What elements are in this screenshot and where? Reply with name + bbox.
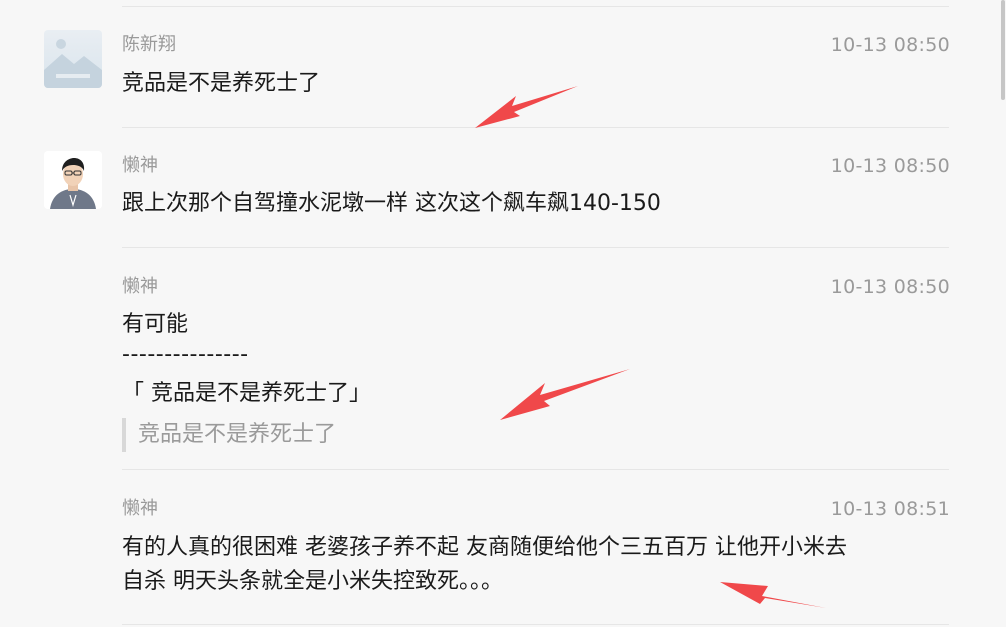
message-text-line: 自杀 明天头条就全是小米失控致死。。。	[122, 569, 503, 594]
message-text-line: 有的人真的很困难 老婆孩子养不起 友商随便给他个三五百万 让他开小米去	[122, 535, 847, 560]
image-placeholder-icon	[44, 30, 102, 88]
message-divider	[122, 624, 949, 625]
message-timestamp: 10-13 08:50	[830, 276, 950, 298]
message-timestamp: 10-13 08:50	[830, 155, 950, 177]
quoted-message[interactable]: 竞品是不是养死士了	[138, 419, 336, 451]
sender-name: 懒神	[122, 276, 158, 297]
sender-name: 懒神	[122, 498, 158, 519]
chat-message-list: 陈新翔 10-13 08:50 竞品是不是养死士了 懒神 10-13 08:50…	[0, 0, 1006, 627]
avatar[interactable]	[44, 151, 102, 209]
quote-bar	[122, 418, 126, 452]
message-timestamp: 10-13 08:51	[830, 498, 950, 520]
message-divider	[122, 469, 949, 470]
message-text: 跟上次那个自驾撞水泥墩一样 这次这个飙车飙140-150	[122, 191, 661, 216]
user-avatar-icon	[44, 151, 102, 209]
message-text: 有可能	[122, 312, 189, 337]
sender-name: 懒神	[122, 155, 158, 176]
message-divider	[122, 6, 949, 7]
sender-name: 陈新翔	[122, 34, 176, 55]
scrollbar-thumb[interactable]	[1001, 0, 1005, 100]
quoted-reference: 「 竞品是不是养死士了」	[122, 381, 371, 406]
message-text: 竞品是不是养死士了	[122, 71, 321, 96]
message-divider	[122, 247, 949, 248]
reply-separator: ---------------	[122, 342, 249, 367]
message-timestamp: 10-13 08:50	[830, 34, 950, 56]
avatar-placeholder[interactable]	[44, 30, 102, 88]
scrollbar[interactable]	[1000, 0, 1006, 627]
message-divider	[122, 127, 949, 128]
